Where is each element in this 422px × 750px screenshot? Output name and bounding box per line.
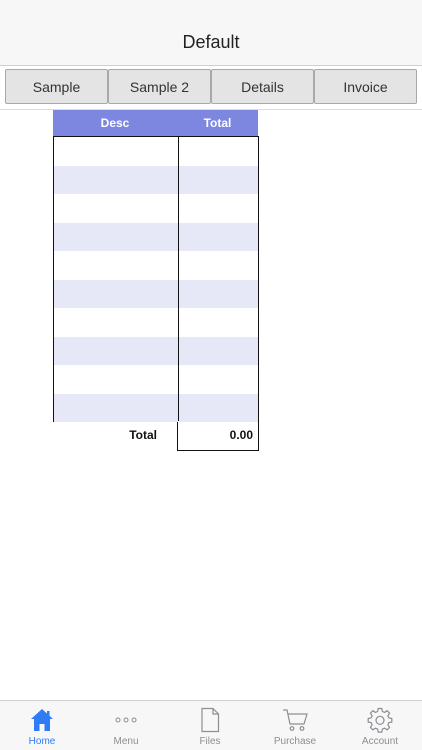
table-row[interactable] (54, 251, 258, 280)
table-row[interactable] (54, 393, 258, 422)
tab-invoice[interactable]: Invoice (314, 69, 417, 104)
column-header-desc: Desc (100, 116, 130, 130)
column-divider (178, 137, 179, 421)
tabbar-label: Account (361, 736, 399, 747)
grand-total-label: Total (129, 428, 157, 442)
tab-sample-2[interactable]: Sample 2 (108, 69, 211, 104)
tabbar-item-purchase[interactable]: Purchase (253, 701, 337, 750)
tabbar-label: Purchase (273, 736, 317, 747)
tabbar-item-account[interactable]: Account (338, 701, 422, 750)
bottom-tab-bar: Home Menu Files Purchase Account (0, 700, 422, 750)
table-row[interactable] (54, 165, 258, 194)
tabbar-item-menu[interactable]: Menu (84, 701, 168, 750)
navigation-bar: Default (0, 0, 422, 66)
column-header-row: Desc Total (53, 110, 258, 136)
home-icon (29, 706, 55, 734)
tabbar-label: Files (199, 736, 221, 747)
tabbar-label: Menu (113, 736, 139, 747)
table-row[interactable] (54, 279, 258, 308)
sheet-tabs: Sample Sample 2 Details Invoice (0, 66, 422, 110)
line-items-grid[interactable] (53, 136, 259, 422)
cart-icon (281, 706, 309, 734)
grand-total-value[interactable]: 0.00 (177, 422, 259, 451)
table-row[interactable] (54, 222, 258, 251)
tab-sample[interactable]: Sample (5, 69, 108, 104)
table-row[interactable] (54, 308, 258, 337)
tab-details[interactable]: Details (211, 69, 314, 104)
file-icon (197, 706, 223, 734)
table-row[interactable] (54, 137, 258, 166)
gear-icon (367, 706, 393, 734)
tabbar-item-home[interactable]: Home (0, 701, 84, 750)
tabbar-label: Home (28, 736, 56, 747)
table-row[interactable] (54, 365, 258, 394)
tabbar-item-files[interactable]: Files (168, 701, 252, 750)
table-row[interactable] (54, 194, 258, 223)
column-header-total: Total (203, 116, 232, 130)
table-row[interactable] (54, 336, 258, 365)
more-dots-icon (113, 706, 139, 734)
page-title: Default (182, 32, 240, 52)
